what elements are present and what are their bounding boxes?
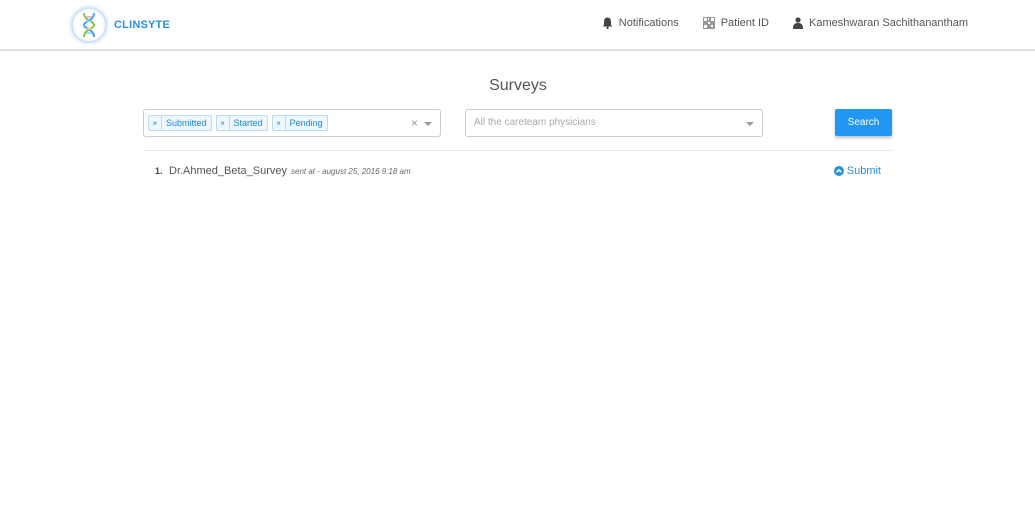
survey-sent-at: sent at - august 25, 2016 9:18 am — [291, 167, 411, 176]
page-title: Surveys — [489, 77, 547, 94]
user-icon — [793, 17, 804, 29]
survey-name-link[interactable]: Dr.Ahmed_Beta_Survey — [169, 165, 287, 177]
divider — [143, 150, 893, 151]
nav-user-name: Kameshwaran Sachithanantham — [809, 17, 968, 29]
list-item: 1. Dr.Ahmed_Beta_Survey sent at - august… — [143, 165, 893, 181]
survey-number: 1. — [155, 166, 163, 176]
status-tag-started: × Started — [215, 115, 268, 131]
chevron-down-icon — [746, 122, 754, 126]
navbar: CLINSYTE Notifications Patient ID Kamesh… — [0, 0, 1035, 51]
qr-code-icon — [702, 17, 715, 29]
dna-logo-icon — [71, 7, 107, 43]
nav-notifications-label: Notifications — [618, 17, 679, 29]
status-multi-select[interactable]: × Submitted × Started × Pending × — [143, 109, 441, 137]
remove-tag-submitted[interactable]: × — [149, 116, 162, 130]
search-button[interactable]: Search — [835, 109, 892, 136]
bell-icon — [602, 17, 613, 29]
tag-label: Submitted — [166, 118, 207, 128]
submit-survey-link[interactable]: Submit — [833, 165, 881, 177]
main-content: Surveys × Submitted × Started × Pending … — [143, 51, 893, 181]
physician-select[interactable]: All the careteam physicians — [465, 109, 763, 137]
nav-notifications[interactable]: Notifications — [602, 17, 679, 29]
tag-label: Started — [233, 118, 263, 128]
nav-patient-id-label: Patient ID — [720, 17, 770, 29]
physician-select-placeholder: All the careteam physicians — [474, 117, 596, 128]
chevron-down-icon[interactable] — [424, 122, 432, 126]
tag-label: Pending — [289, 118, 323, 128]
nav-user-menu[interactable]: Kameshwaran Sachithanantham — [793, 17, 968, 29]
chevron-circle-up-icon — [833, 166, 844, 176]
filters-bar: × Submitted × Started × Pending × All th… — [143, 109, 893, 139]
submit-label: Submit — [846, 165, 881, 177]
clear-all-icon[interactable]: × — [411, 116, 418, 130]
remove-tag-pending[interactable]: × — [273, 116, 286, 130]
status-tag-submitted: × Submitted — [148, 115, 212, 131]
survey-list: 1. Dr.Ahmed_Beta_Survey sent at - august… — [143, 165, 893, 181]
remove-tag-started[interactable]: × — [217, 116, 230, 130]
nav-patient-id[interactable]: Patient ID — [702, 17, 770, 29]
brand-logo-link[interactable]: CLINSYTE — [71, 7, 170, 43]
status-tag-pending: × Pending — [271, 115, 328, 131]
brand-name: CLINSYTE — [114, 19, 170, 31]
